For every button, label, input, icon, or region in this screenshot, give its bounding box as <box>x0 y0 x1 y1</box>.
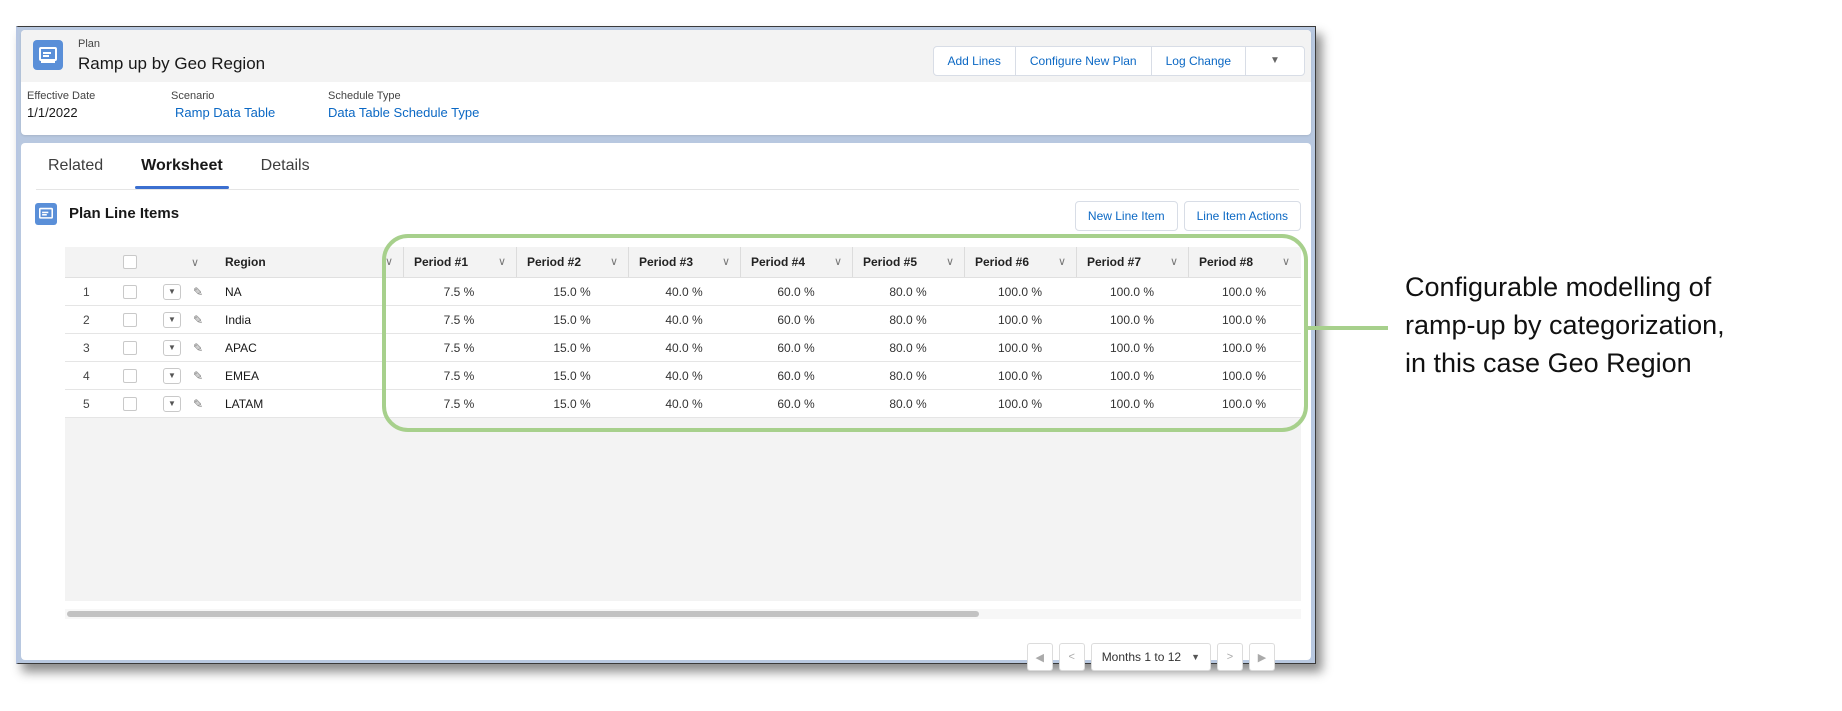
caret-down-icon: ▼ <box>1191 652 1200 662</box>
schedule-type-link[interactable]: Data Table Schedule Type <box>328 105 479 120</box>
field-effective-date: Effective Date 1/1/2022 <box>27 90 95 120</box>
row-checkbox[interactable] <box>123 334 137 361</box>
record-actions: Add Lines Configure New Plan Log Change … <box>932 46 1305 76</box>
new-line-item-button[interactable]: New Line Item <box>1074 201 1178 231</box>
row-number: 3 <box>83 340 90 355</box>
caret-down-icon: ▼ <box>163 339 181 356</box>
record-tabs: Related Worksheet Details <box>36 157 336 189</box>
row-number: 1 <box>83 284 90 299</box>
chevron-left-icon: < <box>1068 651 1075 663</box>
field-scenario: Scenario Ramp Data Table <box>171 90 275 120</box>
caret-down-icon: ▼ <box>163 311 181 328</box>
callout-connector <box>1308 326 1388 330</box>
field-label: Schedule Type <box>328 90 401 102</box>
tab-related[interactable]: Related <box>36 157 115 185</box>
edit-pencil-icon[interactable]: ✎ <box>193 278 203 305</box>
row-menu-button[interactable]: ▼ <box>163 390 181 417</box>
card-title: Plan Line Items <box>69 205 180 222</box>
scenario-link[interactable]: Ramp Data Table <box>175 105 275 120</box>
line-items-icon <box>35 203 57 225</box>
first-page-button[interactable]: ◀ <box>1026 643 1053 671</box>
caret-down-icon: ▼ <box>163 367 181 384</box>
scrollbar-thumb[interactable] <box>67 611 979 617</box>
record-header: Plan Ramp up by Geo Region Add Lines Con… <box>21 30 1311 135</box>
last-page-icon: ▶ <box>1257 651 1267 664</box>
caret-down-icon: ▼ <box>163 283 181 300</box>
tab-details[interactable]: Details <box>249 157 322 185</box>
add-lines-button[interactable]: Add Lines <box>934 47 1016 75</box>
object-type-label: Plan <box>78 38 101 50</box>
field-value: 1/1/2022 <box>27 105 78 120</box>
field-schedule-type: Schedule Type Data Table Schedule Type <box>328 90 479 120</box>
configure-new-plan-button[interactable]: Configure New Plan <box>1016 47 1152 75</box>
row-checkbox[interactable] <box>123 278 137 305</box>
row-number: 4 <box>83 368 90 383</box>
edit-pencil-icon[interactable]: ✎ <box>193 334 203 361</box>
previous-page-button[interactable]: < <box>1058 643 1085 671</box>
row-checkbox[interactable] <box>123 362 137 389</box>
tab-worksheet[interactable]: Worksheet <box>129 157 235 189</box>
tabs-divider <box>36 189 1299 190</box>
highlight-fields: Effective Date 1/1/2022 Scenario Ramp Da… <box>21 90 1311 130</box>
row-checkbox[interactable] <box>123 390 137 417</box>
region-cell: APAC <box>225 340 257 355</box>
region-cell: EMEA <box>225 368 260 383</box>
record-title: Ramp up by Geo Region <box>78 54 266 73</box>
row-menu-button[interactable]: ▼ <box>163 362 181 389</box>
log-change-button[interactable]: Log Change <box>1152 47 1246 75</box>
select-all-checkbox[interactable] <box>123 255 137 269</box>
caret-down-icon: ▼ <box>1270 55 1280 66</box>
chevron-right-icon: > <box>1226 651 1234 663</box>
row-number: 5 <box>83 396 90 411</box>
row-checkbox[interactable] <box>123 306 137 333</box>
edit-pencil-icon[interactable]: ✎ <box>193 390 203 417</box>
next-page-button[interactable]: > <box>1217 643 1243 671</box>
pagination: ◀ < Months 1 to 12 ▼ > ▶ <box>1026 643 1275 671</box>
column-header-region[interactable]: Region ∨ <box>215 247 403 277</box>
callout-line: Configurable modelling of <box>1405 272 1712 302</box>
row-actions-chevron-icon[interactable]: ∨ <box>191 247 199 277</box>
plan-object-icon <box>33 40 63 70</box>
line-item-actions-button[interactable]: Line Item Actions <box>1183 201 1301 231</box>
field-label: Effective Date <box>27 90 96 102</box>
months-range-select[interactable]: Months 1 to 12 ▼ <box>1090 643 1211 671</box>
highlight-box <box>382 234 1308 432</box>
caret-down-icon: ▼ <box>163 395 181 412</box>
callout-text: Configurable modelling of ramp-up by cat… <box>1405 268 1725 382</box>
field-label: Scenario <box>171 90 215 102</box>
edit-pencil-icon[interactable]: ✎ <box>193 362 203 389</box>
row-menu-button[interactable]: ▼ <box>163 278 181 305</box>
row-menu-button[interactable]: ▼ <box>163 334 181 361</box>
row-number: 2 <box>83 312 90 327</box>
row-menu-button[interactable]: ▼ <box>163 306 181 333</box>
first-page-icon: ◀ <box>1035 651 1044 664</box>
last-page-button[interactable]: ▶ <box>1249 643 1275 671</box>
callout-line: ramp-up by categorization, <box>1405 310 1725 340</box>
region-cell: NA <box>225 284 242 299</box>
region-cell: LATAM <box>225 396 264 411</box>
callout-line: in this case Geo Region <box>1405 348 1692 378</box>
edit-pencil-icon[interactable]: ✎ <box>193 306 203 333</box>
card-actions: New Line Item Line Item Actions <box>1074 201 1301 231</box>
more-actions-button[interactable]: ▼ <box>1246 47 1304 75</box>
horizontal-scrollbar[interactable] <box>65 609 1301 619</box>
region-cell: India <box>225 312 252 327</box>
